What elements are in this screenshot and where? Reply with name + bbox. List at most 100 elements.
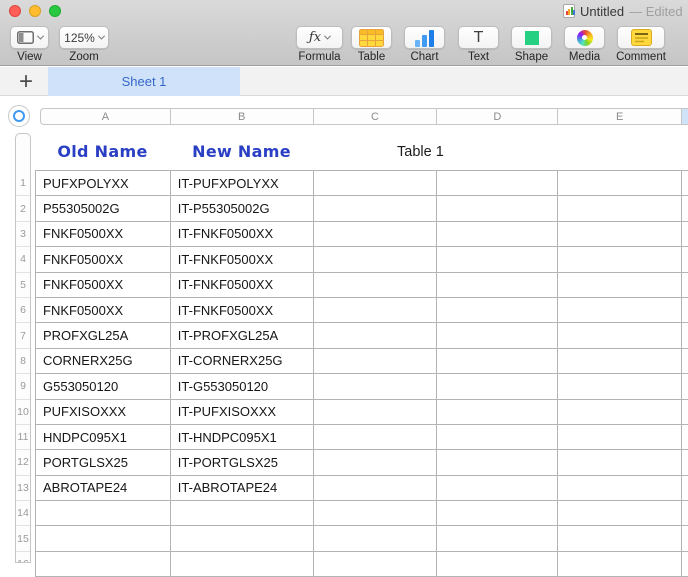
table-cell[interactable] <box>682 196 688 221</box>
table-cell[interactable] <box>558 349 682 374</box>
table-cell[interactable] <box>558 222 682 247</box>
table-cell[interactable] <box>558 450 682 475</box>
table-cell[interactable] <box>314 400 438 425</box>
table-cell[interactable] <box>314 476 438 501</box>
table-cell[interactable] <box>171 552 314 577</box>
table-cell[interactable]: IT-ABROTAPE24 <box>171 476 314 501</box>
zoom-button[interactable]: 125% <box>59 26 109 49</box>
row-number[interactable]: 6 <box>16 298 30 323</box>
table-cell[interactable]: IT-CORNERX25G <box>171 349 314 374</box>
table-cell[interactable] <box>437 298 558 323</box>
table-cell[interactable] <box>682 349 688 374</box>
table-cell[interactable] <box>314 298 438 323</box>
table-cell[interactable] <box>314 425 438 450</box>
table-select-circle[interactable] <box>8 105 30 127</box>
table-cell[interactable] <box>437 526 558 551</box>
table-cell[interactable]: PORTGLSX25 <box>36 450 171 475</box>
formula-button[interactable]: ƒx <box>296 26 343 49</box>
row-number[interactable]: 16 <box>16 552 30 563</box>
table-cell[interactable] <box>36 501 171 526</box>
table-cell[interactable] <box>314 501 438 526</box>
table-cell[interactable] <box>36 552 171 577</box>
table-cell[interactable] <box>314 349 438 374</box>
header-cell-new-name[interactable]: New Name <box>170 133 313 170</box>
row-number[interactable]: 9 <box>16 374 30 399</box>
table-cell[interactable] <box>558 247 682 272</box>
table-cell[interactable] <box>437 400 558 425</box>
row-number[interactable]: 3 <box>16 222 30 247</box>
header-cell-old-name[interactable]: Old Name <box>35 133 170 170</box>
row-number[interactable]: 5 <box>16 273 30 298</box>
table-cell[interactable] <box>437 450 558 475</box>
table-cell[interactable] <box>682 450 688 475</box>
table-cell[interactable]: IT-FNKF0500XX <box>171 298 314 323</box>
table-cell[interactable] <box>682 552 688 577</box>
table-cell[interactable]: PUFXPOLYXX <box>36 171 171 196</box>
table-cell[interactable] <box>314 552 438 577</box>
table-cell[interactable] <box>437 349 558 374</box>
table-cell[interactable]: IT-PUFXISOXXX <box>171 400 314 425</box>
table-cell[interactable] <box>682 273 688 298</box>
table-cell[interactable] <box>558 476 682 501</box>
table-cell[interactable]: IT-G553050120 <box>171 374 314 399</box>
table-cell[interactable] <box>558 400 682 425</box>
table-cell[interactable] <box>558 273 682 298</box>
table-title[interactable]: Table 1 <box>397 133 444 170</box>
table-cell[interactable] <box>437 501 558 526</box>
table-cell[interactable]: IT-FNKF0500XX <box>171 222 314 247</box>
table-cell[interactable] <box>437 222 558 247</box>
table-cell[interactable] <box>682 425 688 450</box>
table-cell[interactable] <box>558 526 682 551</box>
table-cell[interactable] <box>314 323 438 348</box>
view-button[interactable] <box>10 26 49 49</box>
table-cell[interactable] <box>314 374 438 399</box>
row-number[interactable]: 15 <box>16 526 30 551</box>
table-cell[interactable] <box>437 552 558 577</box>
column-header-f-partial[interactable] <box>682 109 688 124</box>
table-cell[interactable]: IT-PUFXPOLYXX <box>171 171 314 196</box>
row-number[interactable]: 2 <box>16 196 30 221</box>
table-cell[interactable] <box>558 425 682 450</box>
table-cell[interactable] <box>314 171 438 196</box>
table-cell[interactable] <box>171 501 314 526</box>
table-cell[interactable] <box>437 374 558 399</box>
table-cell[interactable]: IT-PROFXGL25A <box>171 323 314 348</box>
sheet-tab-sheet1[interactable]: Sheet 1 <box>48 67 240 96</box>
table-cell[interactable]: ABROTAPE24 <box>36 476 171 501</box>
row-number[interactable]: 12 <box>16 450 30 475</box>
table-cell[interactable] <box>314 450 438 475</box>
column-header-e[interactable]: E <box>558 109 682 124</box>
comment-button[interactable] <box>617 26 665 49</box>
row-number[interactable]: 14 <box>16 501 30 526</box>
table-cell[interactable] <box>437 323 558 348</box>
row-number[interactable]: 4 <box>16 247 30 272</box>
table-cell[interactable]: FNKF0500XX <box>36 222 171 247</box>
table-cell[interactable] <box>437 171 558 196</box>
table-cell[interactable] <box>437 425 558 450</box>
row-number[interactable]: 11 <box>16 425 30 450</box>
table-cell[interactable] <box>314 196 438 221</box>
table-cell[interactable] <box>682 298 688 323</box>
row-number[interactable]: 10 <box>16 400 30 425</box>
table-cell[interactable]: P55305002G <box>36 196 171 221</box>
table-cell[interactable] <box>558 552 682 577</box>
table-cell[interactable]: FNKF0500XX <box>36 273 171 298</box>
table-cell[interactable] <box>682 374 688 399</box>
table-cell[interactable] <box>558 298 682 323</box>
table-cell[interactable]: IT-PORTGLSX25 <box>171 450 314 475</box>
table-cell[interactable]: CORNERX25G <box>36 349 171 374</box>
table-cell[interactable]: IT-FNKF0500XX <box>171 247 314 272</box>
table-cell[interactable] <box>682 476 688 501</box>
table-cell[interactable] <box>171 526 314 551</box>
close-window-button[interactable] <box>9 5 21 17</box>
table-cell[interactable]: FNKF0500XX <box>36 247 171 272</box>
table-cell[interactable] <box>314 247 438 272</box>
shape-button[interactable] <box>511 26 552 49</box>
fullscreen-window-button[interactable] <box>49 5 61 17</box>
row-number[interactable]: 13 <box>16 476 30 501</box>
table-cell[interactable] <box>437 273 558 298</box>
add-sheet-button[interactable]: + <box>8 67 44 96</box>
table-cell[interactable]: IT-FNKF0500XX <box>171 273 314 298</box>
minimize-window-button[interactable] <box>29 5 41 17</box>
chart-button[interactable] <box>404 26 445 49</box>
